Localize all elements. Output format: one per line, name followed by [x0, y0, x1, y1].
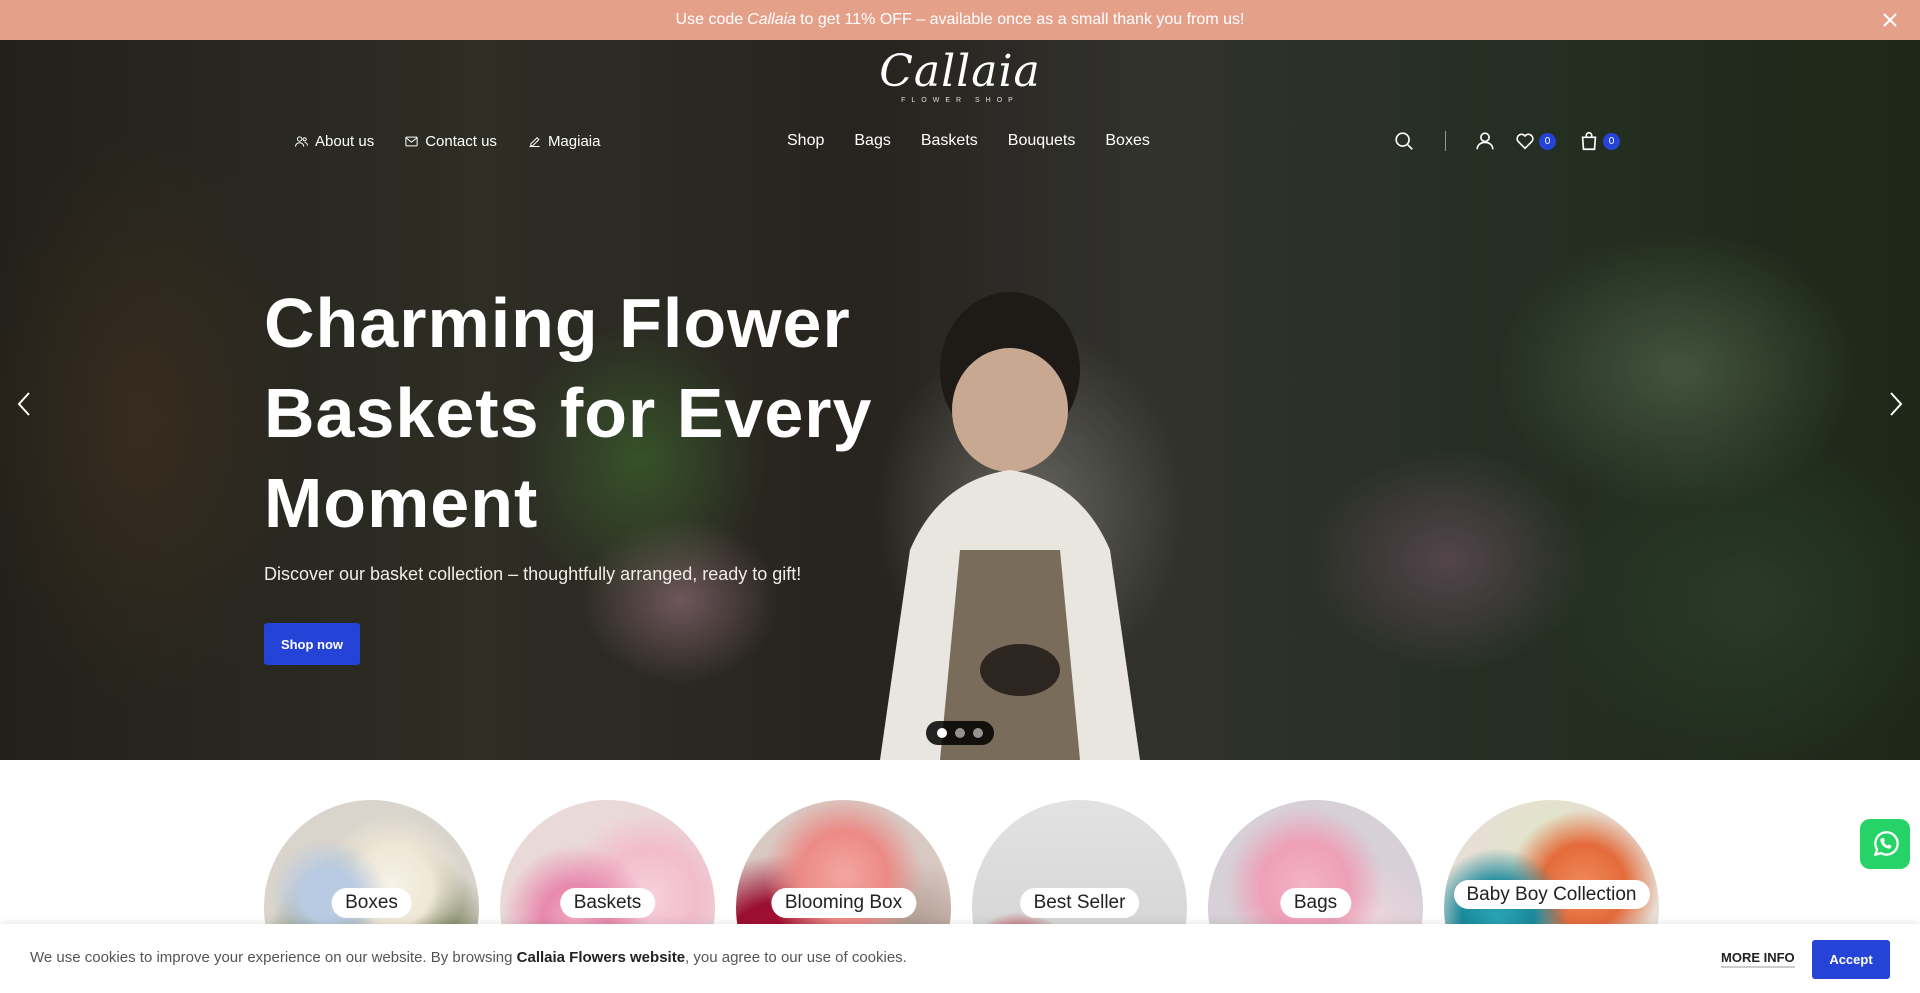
cookie-site-name: Callaia Flowers website [516, 949, 686, 966]
menu-baskets[interactable]: Baskets [921, 130, 978, 152]
nav-magiaia[interactable]: Magiaia [527, 130, 601, 152]
announcement-bar: Use code Callaia to get 11% OFF – availa… [0, 0, 1920, 40]
more-info-link[interactable]: MORE INFO [1721, 950, 1795, 968]
close-icon[interactable] [1878, 8, 1902, 32]
shop-now-button[interactable]: Shop now [264, 623, 360, 665]
whatsapp-button[interactable] [1860, 819, 1910, 869]
main-menu: Shop Bags Baskets Bouquets Boxes [787, 130, 1150, 152]
chevron-right-icon[interactable] [1884, 389, 1906, 419]
hero-subtitle: Discover our basket collection – thought… [264, 564, 802, 584]
cart-count-badge: 0 [1603, 133, 1620, 150]
cart-icon[interactable]: 0 [1578, 130, 1620, 152]
logo-wordmark: Callaia [879, 46, 1041, 97]
header-actions: 0 0 [1393, 128, 1620, 154]
menu-bags[interactable]: Bags [854, 130, 890, 152]
account-icon[interactable] [1474, 130, 1496, 152]
hero-title: Charming Flower Baskets for Every Moment [264, 284, 873, 542]
wishlist-count-badge: 0 [1539, 133, 1556, 150]
chevron-left-icon[interactable] [14, 389, 36, 419]
nav-magiaia-label: Magiaia [547, 132, 601, 150]
category-label: Baskets [559, 888, 656, 918]
header-divider [1445, 131, 1446, 151]
nav-about-us-label: About us [315, 132, 375, 150]
category-label: Boxes [331, 888, 412, 918]
slider-dot-1[interactable] [937, 728, 947, 738]
secondary-nav: About us Contact us Magiaia [294, 130, 600, 152]
announcement-code: Callaia [747, 11, 797, 28]
wishlist-icon[interactable]: 0 [1514, 130, 1556, 152]
cookie-text: We use cookies to improve your experienc… [30, 949, 907, 966]
edit-icon [529, 136, 540, 147]
announcement-suffix: to get 11% OFF – available once as a sma… [800, 11, 1245, 28]
whatsapp-icon [1873, 831, 1899, 857]
cookie-text-after: , you agree to our use of cookies. [685, 949, 907, 966]
nav-about-us[interactable]: About us [294, 130, 374, 152]
nav-contact-us-label: Contact us [425, 132, 497, 150]
search-icon[interactable] [1393, 130, 1415, 152]
users-icon [295, 135, 308, 147]
cookie-banner: We use cookies to improve your experienc… [0, 924, 1920, 993]
nav-contact-us[interactable]: Contact us [404, 130, 497, 152]
accept-cookies-button[interactable]: Accept [1812, 940, 1890, 979]
category-label: Bags [1279, 888, 1352, 918]
slider-dot-3[interactable] [973, 728, 983, 738]
site-logo[interactable]: Callaia FLOWER SHOP [860, 48, 1060, 112]
mail-icon [405, 136, 418, 146]
cookie-text-before: We use cookies to improve your experienc… [30, 949, 513, 966]
announcement-prefix: Use code [675, 11, 744, 28]
menu-bouquets[interactable]: Bouquets [1008, 130, 1076, 152]
category-label: Baby Boy Collection [1453, 880, 1650, 909]
slider-dot-2[interactable] [955, 728, 965, 738]
menu-shop[interactable]: Shop [787, 130, 824, 152]
hero-slider: Callaia FLOWER SHOP About us Contact us … [0, 40, 1920, 760]
logo-subtext: FLOWER SHOP [901, 97, 1019, 104]
slider-pagination [926, 721, 994, 745]
category-label: Blooming Box [770, 888, 917, 918]
menu-boxes[interactable]: Boxes [1105, 130, 1149, 152]
category-label: Best Seller [1019, 888, 1140, 918]
